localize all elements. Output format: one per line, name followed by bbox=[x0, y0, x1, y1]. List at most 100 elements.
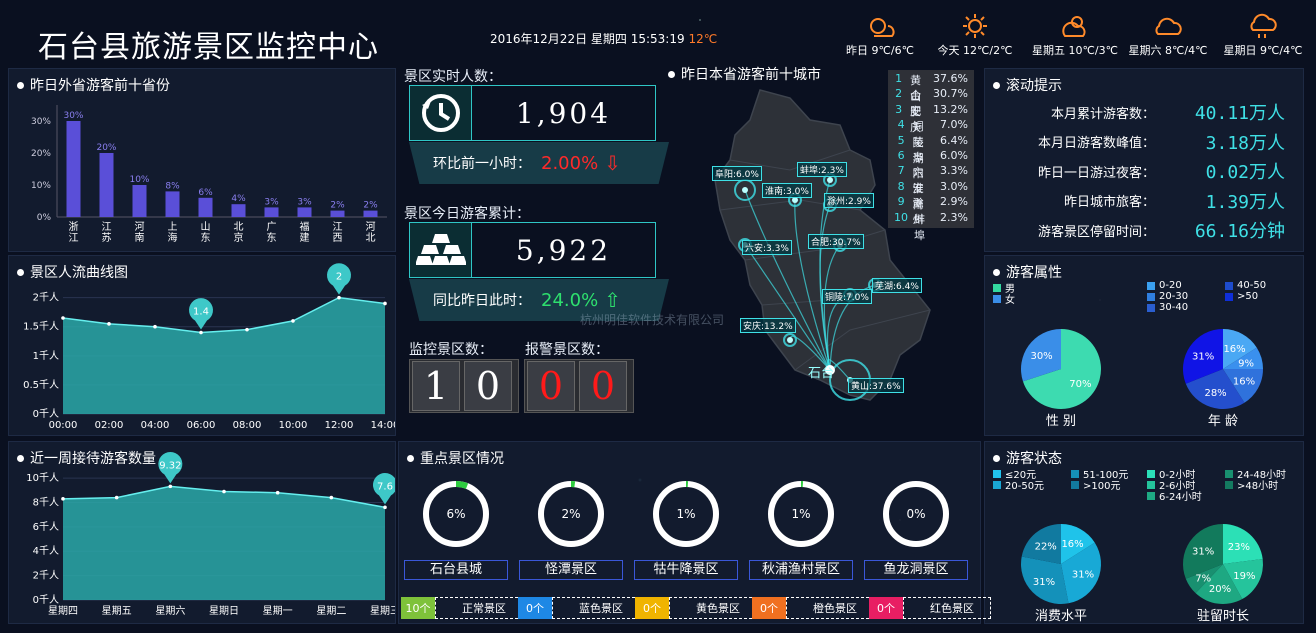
city-dot bbox=[742, 187, 748, 193]
scenic-name-label: 石台县城 bbox=[404, 560, 508, 580]
scroll-item: 本月累计游客数： 40.11万人 bbox=[1051, 99, 1285, 125]
bar bbox=[66, 121, 81, 217]
rank-number: 7 bbox=[897, 164, 905, 178]
scenic-status-item: 0个 蓝色景区 bbox=[518, 596, 640, 620]
data-point bbox=[383, 301, 387, 306]
rank-number: 5 bbox=[897, 133, 905, 147]
page-title: 石台县旅游景区监控中心 bbox=[38, 30, 379, 65]
rank-pct: 37.6% bbox=[933, 72, 968, 85]
pie-slice-label: 31% bbox=[1033, 577, 1055, 588]
pie-slice-label: 31% bbox=[1192, 547, 1214, 558]
rank-pct: 30.7% bbox=[933, 87, 968, 101]
y-tick-label: 20% bbox=[31, 149, 51, 159]
scroll-item-label: 游客景区停留时间： bbox=[1037, 224, 1155, 240]
ranking-row: 1 黄山 37.6% bbox=[894, 72, 968, 103]
rank-pct: 2.3% bbox=[940, 210, 968, 224]
x-tick-label: 04:00 bbox=[141, 420, 170, 431]
bar-value-label: 6% bbox=[198, 188, 213, 198]
scroll-item: 昨日一日游过夜客： 0.02万人 bbox=[1038, 158, 1285, 184]
pin-label: 2 bbox=[336, 272, 342, 283]
clock-icon bbox=[410, 86, 472, 140]
pie-slice-label: 31% bbox=[1072, 570, 1094, 581]
rank-number: 6 bbox=[897, 148, 905, 162]
realtime-compare-label: 环比前一小时： bbox=[433, 156, 531, 172]
alarm-digit: 0 bbox=[527, 361, 575, 411]
scroll-item-value: 66.16分钟 bbox=[1194, 221, 1285, 242]
realtime-title: 景区实时人数： bbox=[404, 69, 502, 85]
status-label: 橙色景区 bbox=[786, 597, 874, 619]
realtime-compare: 环比前一小时： 2.00% ⇩ bbox=[409, 142, 669, 184]
y-tick-label: 8千人 bbox=[33, 496, 59, 508]
status-count: 10个 bbox=[401, 597, 435, 619]
bar-value-label: 2% bbox=[363, 201, 378, 211]
ring-value: 0% bbox=[906, 507, 925, 521]
city-dot bbox=[787, 337, 793, 343]
x-tick-label: 浙 bbox=[69, 221, 79, 233]
up-arrow-icon: ⇧ bbox=[604, 288, 621, 312]
bullet-icon bbox=[668, 70, 675, 78]
x-tick-label: 西 bbox=[333, 233, 343, 244]
weather-label: 星期日 9℃/4℃ bbox=[1223, 44, 1303, 57]
data-point bbox=[107, 322, 111, 326]
bar bbox=[363, 210, 378, 217]
x-tick-label: 山 bbox=[201, 221, 211, 233]
x-tick-label: 海 bbox=[168, 231, 178, 244]
week-panel: 近一周接待游客数量 0千人 2千人 4千人 6千人 8千人 10千人 星期四 星期五 星期六 星期… bbox=[8, 441, 396, 624]
map-city-label: 安庆:13.2% bbox=[740, 318, 796, 333]
weather-day: 今天 12℃/2℃ bbox=[930, 12, 1020, 58]
y-tick-label: 30% bbox=[31, 117, 51, 127]
scroll-item-value: 1.39万人 bbox=[1205, 191, 1285, 213]
bar-value-label: 20% bbox=[96, 143, 116, 153]
pie-slice-label: 19% bbox=[1233, 571, 1255, 582]
realtime-counter: 1,904 bbox=[409, 85, 656, 141]
y-tick-label: 0% bbox=[37, 213, 52, 223]
x-tick-label: 星期五 bbox=[102, 605, 132, 617]
bar-value-label: 8% bbox=[165, 181, 180, 191]
data-point bbox=[199, 330, 203, 335]
pie-slice-label: 22% bbox=[1035, 542, 1057, 553]
ranking-row: 9 滁州 2.9% bbox=[894, 195, 968, 226]
scenic-panel: 重点景区情况 6% 2% 1% 1% 0% 石台县城 怪潭景区 牯牛降景区 秋浦渔村景区 鱼龙洞… bbox=[398, 441, 991, 624]
map-city-label: 六安:3.3% bbox=[742, 240, 792, 255]
rank-number: 10 bbox=[894, 210, 908, 224]
scroll-item-value: 3.18万人 bbox=[1205, 132, 1285, 154]
rank-number: 4 bbox=[897, 118, 905, 132]
x-tick-label: 河 bbox=[135, 221, 145, 233]
rank-pct: 6.4% bbox=[940, 133, 968, 147]
y-tick-label: 10% bbox=[31, 181, 51, 191]
province-panel: 昨日外省游客前十省份 0% 10% 20% 30% 30% 浙江 20% 江苏 10% 河南 8% 上… bbox=[8, 68, 396, 252]
rank-city: 铜陵 bbox=[912, 120, 924, 150]
partly-sunny-icon bbox=[835, 12, 925, 40]
bar bbox=[264, 207, 279, 217]
pin-label: 1.4 bbox=[193, 307, 209, 318]
x-tick-label: 江 bbox=[333, 221, 343, 233]
ring-value: 6% bbox=[446, 507, 465, 521]
x-tick-label: 江 bbox=[102, 221, 112, 233]
status-label: 红色景区 bbox=[903, 597, 991, 619]
pie-slice-label: 31% bbox=[1192, 352, 1214, 363]
pie-slice-label: 16% bbox=[1233, 377, 1255, 388]
rank-pct: 3.0% bbox=[940, 179, 968, 193]
x-tick-label: 星期三 bbox=[370, 605, 395, 617]
y-tick-label: 6千人 bbox=[33, 521, 59, 533]
realtime-value: 1,904 bbox=[515, 96, 612, 130]
x-tick-label: 福 bbox=[300, 220, 310, 233]
scenic-status-item: 0个 橙色景区 bbox=[752, 596, 874, 620]
datetime-text: 2016年12月22日 星期四 15:53:19 bbox=[490, 32, 685, 46]
pie-slice-label: 7% bbox=[1195, 573, 1211, 584]
datetime: 2016年12月22日 星期四 15:53:19 12℃ bbox=[490, 30, 717, 47]
ranking-row: 2 合肥 30.7% bbox=[894, 87, 968, 118]
x-tick-label: 上 bbox=[168, 221, 178, 233]
map-city-label: 黄山:37.6% bbox=[848, 378, 904, 393]
today-compare-value: 24.0% bbox=[541, 289, 599, 311]
bar-value-label: 3% bbox=[264, 197, 279, 207]
scroll-title-text: 滚动提示 bbox=[1006, 78, 1062, 94]
ring-progress bbox=[455, 481, 469, 489]
y-tick-label: 10千人 bbox=[26, 472, 59, 484]
monitor-label: 监控景区数： bbox=[409, 342, 493, 358]
status-count: 0个 bbox=[635, 597, 669, 619]
pie-slice-label: 16% bbox=[1061, 539, 1083, 550]
current-temperature: 12℃ bbox=[688, 32, 718, 46]
scenic-status-item: 0个 红色景区 bbox=[869, 596, 991, 620]
map-city-label: 淮南:3.0% bbox=[762, 183, 812, 198]
